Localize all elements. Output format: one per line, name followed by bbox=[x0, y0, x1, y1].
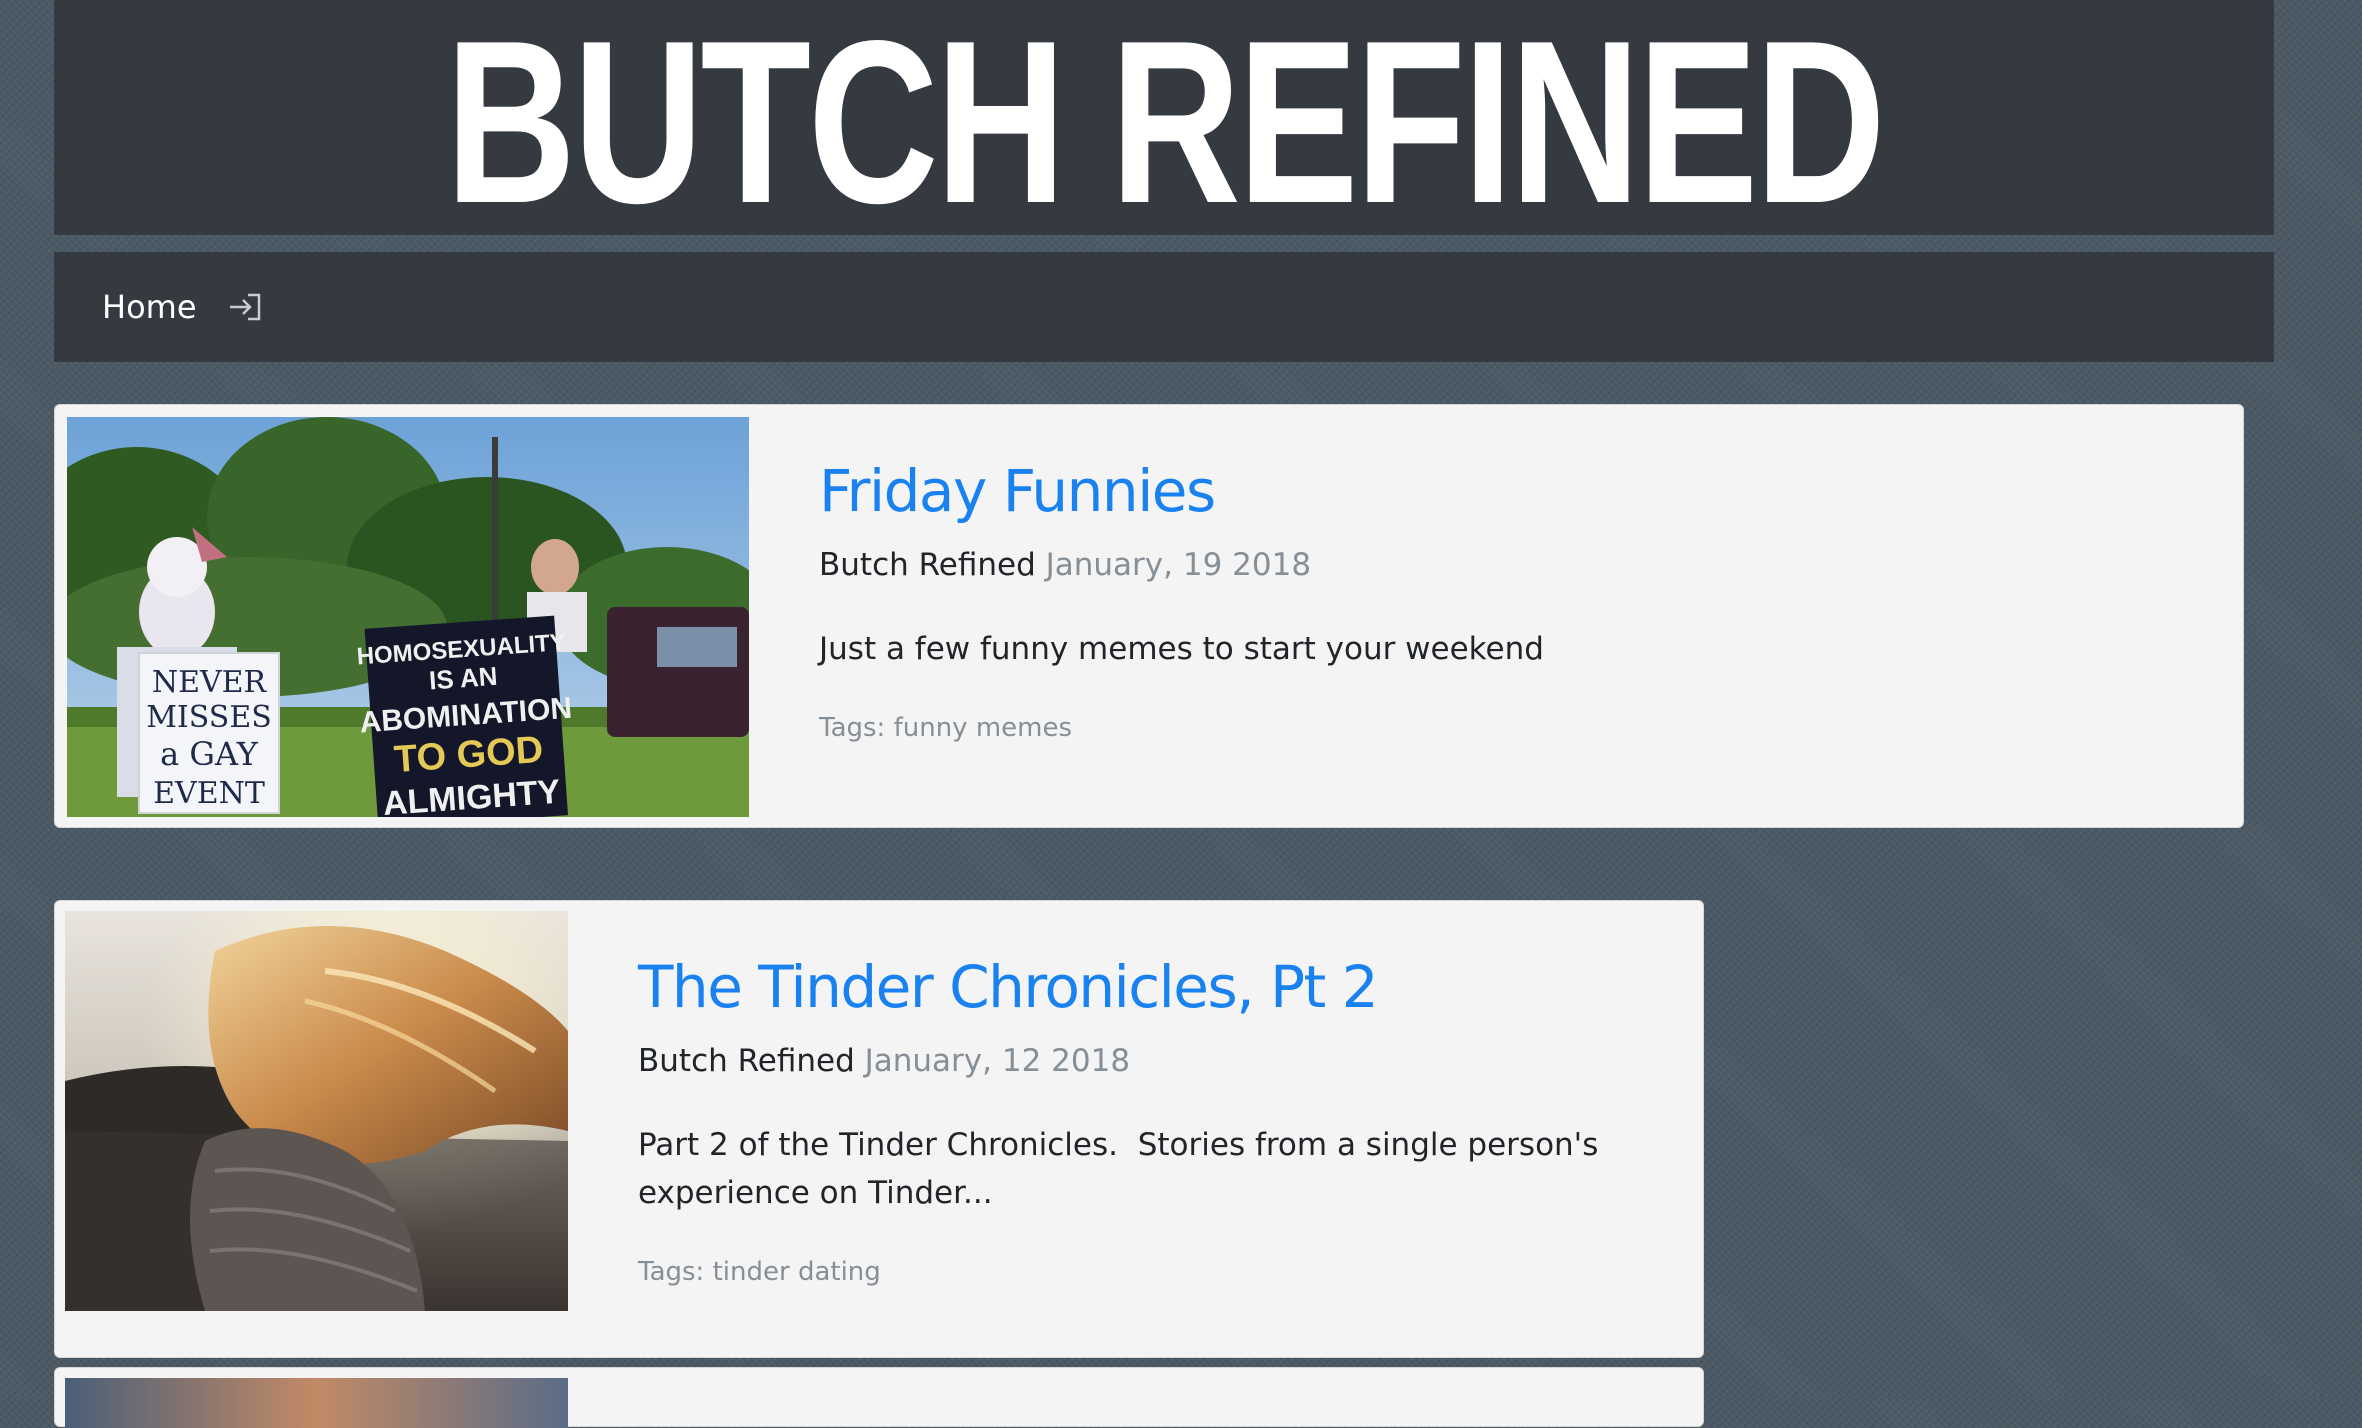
post-title-link[interactable]: The Tinder Chronicles, Pt 2 bbox=[638, 951, 1658, 1023]
tag-links[interactable]: funny memes bbox=[894, 713, 1072, 743]
tag-links[interactable]: tinder dating bbox=[713, 1257, 881, 1287]
post-tags: Tags: funny memes bbox=[819, 713, 2199, 743]
post-date: January, 19 2018 bbox=[1045, 547, 1312, 583]
sign-left-line-3: a GAY bbox=[160, 735, 259, 773]
post-title-link[interactable]: Friday Funnies bbox=[819, 455, 2199, 527]
sign-left-line-2: MISSES bbox=[146, 700, 272, 735]
site-title[interactable]: BUTCH REFINED bbox=[298, 7, 2030, 239]
post-body: Friday Funnies Butch Refined January, 19… bbox=[819, 455, 2199, 743]
sign-right-line-2: IS AN bbox=[428, 661, 498, 696]
login-icon-svg bbox=[229, 293, 260, 321]
windblown-hair-photo bbox=[65, 911, 568, 1311]
post-excerpt: Part 2 of the Tinder Chronicles. Stories… bbox=[638, 1121, 1658, 1217]
post-excerpt-line-2: experience on Tinder... bbox=[638, 1175, 993, 1211]
post-card bbox=[54, 1367, 1704, 1428]
post-author: Butch Refined bbox=[819, 547, 1036, 583]
post-author: Butch Refined bbox=[638, 1043, 855, 1079]
post-excerpt: Just a few funny memes to start your wee… bbox=[819, 631, 1544, 667]
login-icon[interactable] bbox=[227, 291, 263, 323]
post-photo bbox=[65, 1378, 568, 1428]
navbar: Home bbox=[54, 252, 2274, 362]
post-card: NEVER MISSES a GAY EVENT HOMOSEXUALITY I… bbox=[54, 404, 2244, 828]
post-meta: Butch Refined January, 19 2018 bbox=[819, 547, 2199, 583]
nav-home-link[interactable]: Home bbox=[102, 288, 197, 326]
post-thumbnail-protest[interactable]: NEVER MISSES a GAY EVENT HOMOSEXUALITY I… bbox=[67, 417, 749, 817]
sign-left-line-4: EVENT bbox=[153, 776, 265, 811]
post-body: The Tinder Chronicles, Pt 2 Butch Refine… bbox=[638, 951, 1658, 1287]
sign-left-line-1: NEVER bbox=[152, 665, 268, 700]
post-card: The Tinder Chronicles, Pt 2 Butch Refine… bbox=[54, 900, 1704, 1358]
post-thumbnail-hair[interactable] bbox=[65, 911, 568, 1311]
tags-label: Tags: bbox=[638, 1257, 705, 1287]
protest-photo: NEVER MISSES a GAY EVENT HOMOSEXUALITY I… bbox=[67, 417, 749, 817]
post-thumbnail[interactable] bbox=[65, 1378, 568, 1428]
tags-label: Tags: bbox=[819, 713, 886, 743]
post-tags: Tags: tinder dating bbox=[638, 1257, 1658, 1287]
post-date: January, 12 2018 bbox=[864, 1043, 1131, 1079]
post-meta: Butch Refined January, 12 2018 bbox=[638, 1043, 1658, 1079]
site-header: BUTCH REFINED bbox=[54, 0, 2274, 239]
post-excerpt-line-1: Part 2 of the Tinder Chronicles. Stories… bbox=[638, 1127, 1599, 1163]
